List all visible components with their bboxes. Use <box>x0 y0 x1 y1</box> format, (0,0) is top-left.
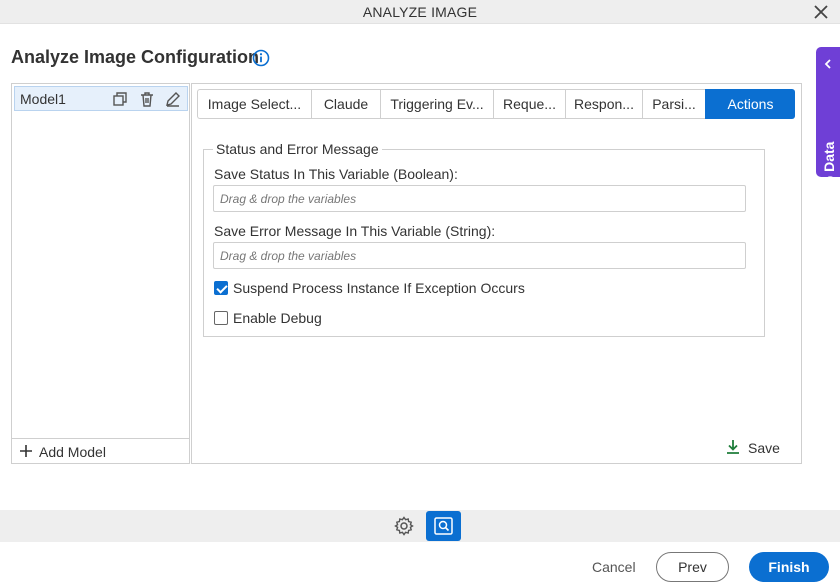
bottom-toolbar <box>0 510 840 542</box>
model-item-label: Model1 <box>20 91 66 107</box>
finish-button[interactable]: Finish <box>749 552 829 582</box>
tab-claude[interactable]: Claude <box>311 89 380 119</box>
tab-triggering-events[interactable]: Triggering Ev... <box>380 89 493 119</box>
debug-checkbox[interactable] <box>214 311 228 325</box>
image-search-icon <box>434 517 453 535</box>
save-label: Save <box>748 440 780 456</box>
image-analyzer-button[interactable] <box>426 511 461 541</box>
add-model-label: Add Model <box>39 444 106 460</box>
tab-request[interactable]: Reque... <box>493 89 565 119</box>
app-data-panel-toggle[interactable]: App Data <box>816 47 840 203</box>
page-title: Analyze Image Configuration <box>11 47 260 67</box>
duplicate-icon[interactable] <box>111 90 129 108</box>
info-icon[interactable] <box>252 49 270 67</box>
debug-label: Enable Debug <box>233 310 322 326</box>
app-data-label: App Data <box>821 141 837 203</box>
close-icon[interactable] <box>812 3 830 21</box>
tab-image-select[interactable]: Image Select... <box>197 89 311 119</box>
error-variable-field[interactable] <box>213 242 746 269</box>
add-model-button[interactable]: Add Model <box>12 438 189 463</box>
tab-actions[interactable]: Actions <box>705 89 795 119</box>
tab-response[interactable]: Respon... <box>565 89 642 119</box>
cancel-button[interactable]: Cancel <box>592 559 636 575</box>
tab-parsing[interactable]: Parsi... <box>642 89 705 119</box>
prev-button[interactable]: Prev <box>656 552 729 582</box>
status-variable-label: Save Status In This Variable (Boolean): <box>214 166 458 182</box>
chevron-left-icon <box>824 59 831 69</box>
gear-icon[interactable] <box>393 515 415 537</box>
suspend-checkbox[interactable] <box>214 281 228 295</box>
status-variable-field[interactable] <box>213 185 746 212</box>
model-item[interactable]: Model1 <box>14 86 188 111</box>
error-variable-label: Save Error Message In This Variable (Str… <box>214 223 496 239</box>
download-icon <box>727 440 739 454</box>
suspend-label: Suspend Process Instance If Exception Oc… <box>233 280 525 296</box>
delete-icon[interactable] <box>138 90 156 108</box>
tab-bar: Image Select... Claude Triggering Ev... … <box>197 89 795 119</box>
status-error-legend: Status and Error Message <box>216 141 379 157</box>
window-title: ANALYZE IMAGE <box>362 4 478 20</box>
model-list-panel: Model1 Add Model <box>11 83 190 464</box>
edit-icon[interactable] <box>164 90 182 108</box>
title-bar: ANALYZE IMAGE <box>0 0 840 24</box>
plus-icon <box>20 445 32 457</box>
